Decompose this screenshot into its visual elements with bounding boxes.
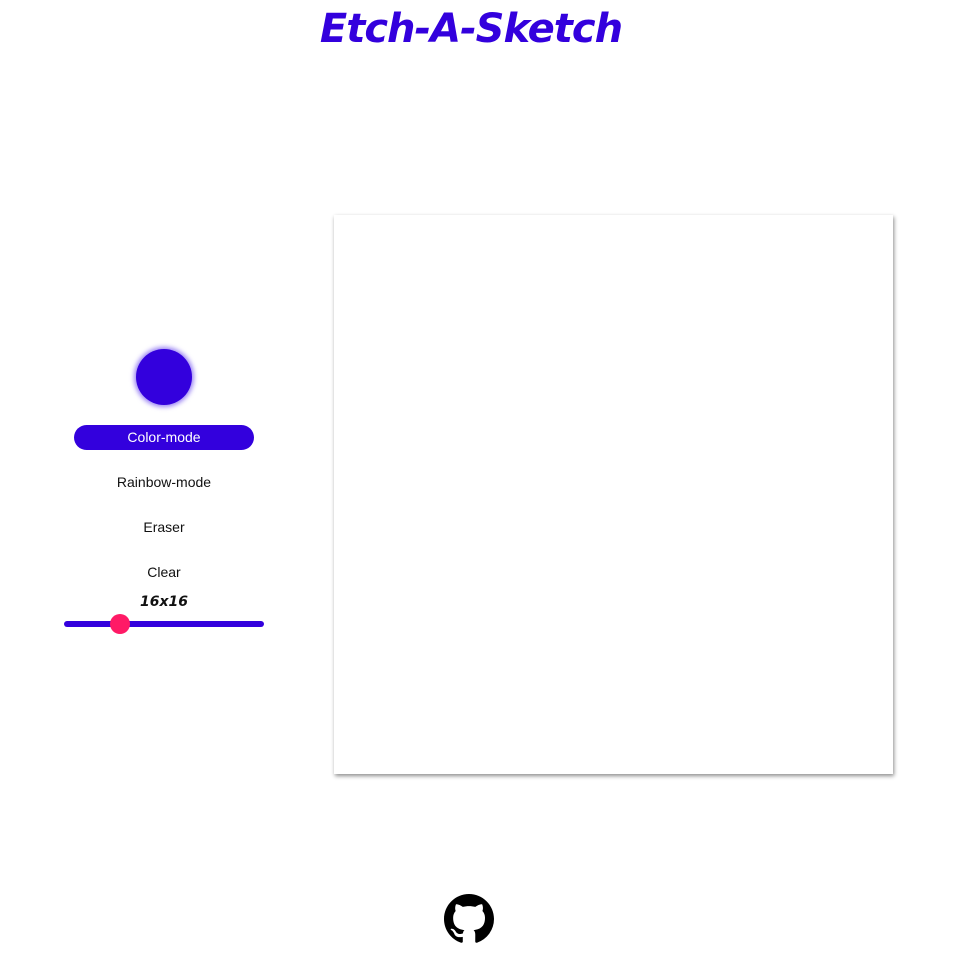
slider-track[interactable] — [64, 621, 264, 627]
rainbow-mode-button[interactable]: Rainbow-mode — [74, 470, 254, 495]
github-icon — [444, 894, 494, 943]
sketch-board[interactable] — [334, 215, 893, 774]
app: Etch-A-Sketch Color-mode Rainbow-mode Er… — [0, 0, 954, 958]
clear-button[interactable]: Clear — [74, 560, 254, 585]
footer — [0, 894, 938, 944]
grid-size-label: 16x16 — [140, 594, 188, 610]
color-picker[interactable] — [136, 349, 192, 405]
slider-thumb[interactable] — [110, 614, 130, 634]
page-title: Etch-A-Sketch — [319, 6, 623, 52]
eraser-button[interactable]: Eraser — [74, 515, 254, 540]
color-mode-button[interactable]: Color-mode — [74, 425, 254, 450]
grid-size-slider[interactable] — [64, 612, 264, 636]
controls-panel: Color-mode Rainbow-mode Eraser Clear 16x… — [64, 349, 264, 636]
github-link[interactable] — [444, 894, 494, 944]
